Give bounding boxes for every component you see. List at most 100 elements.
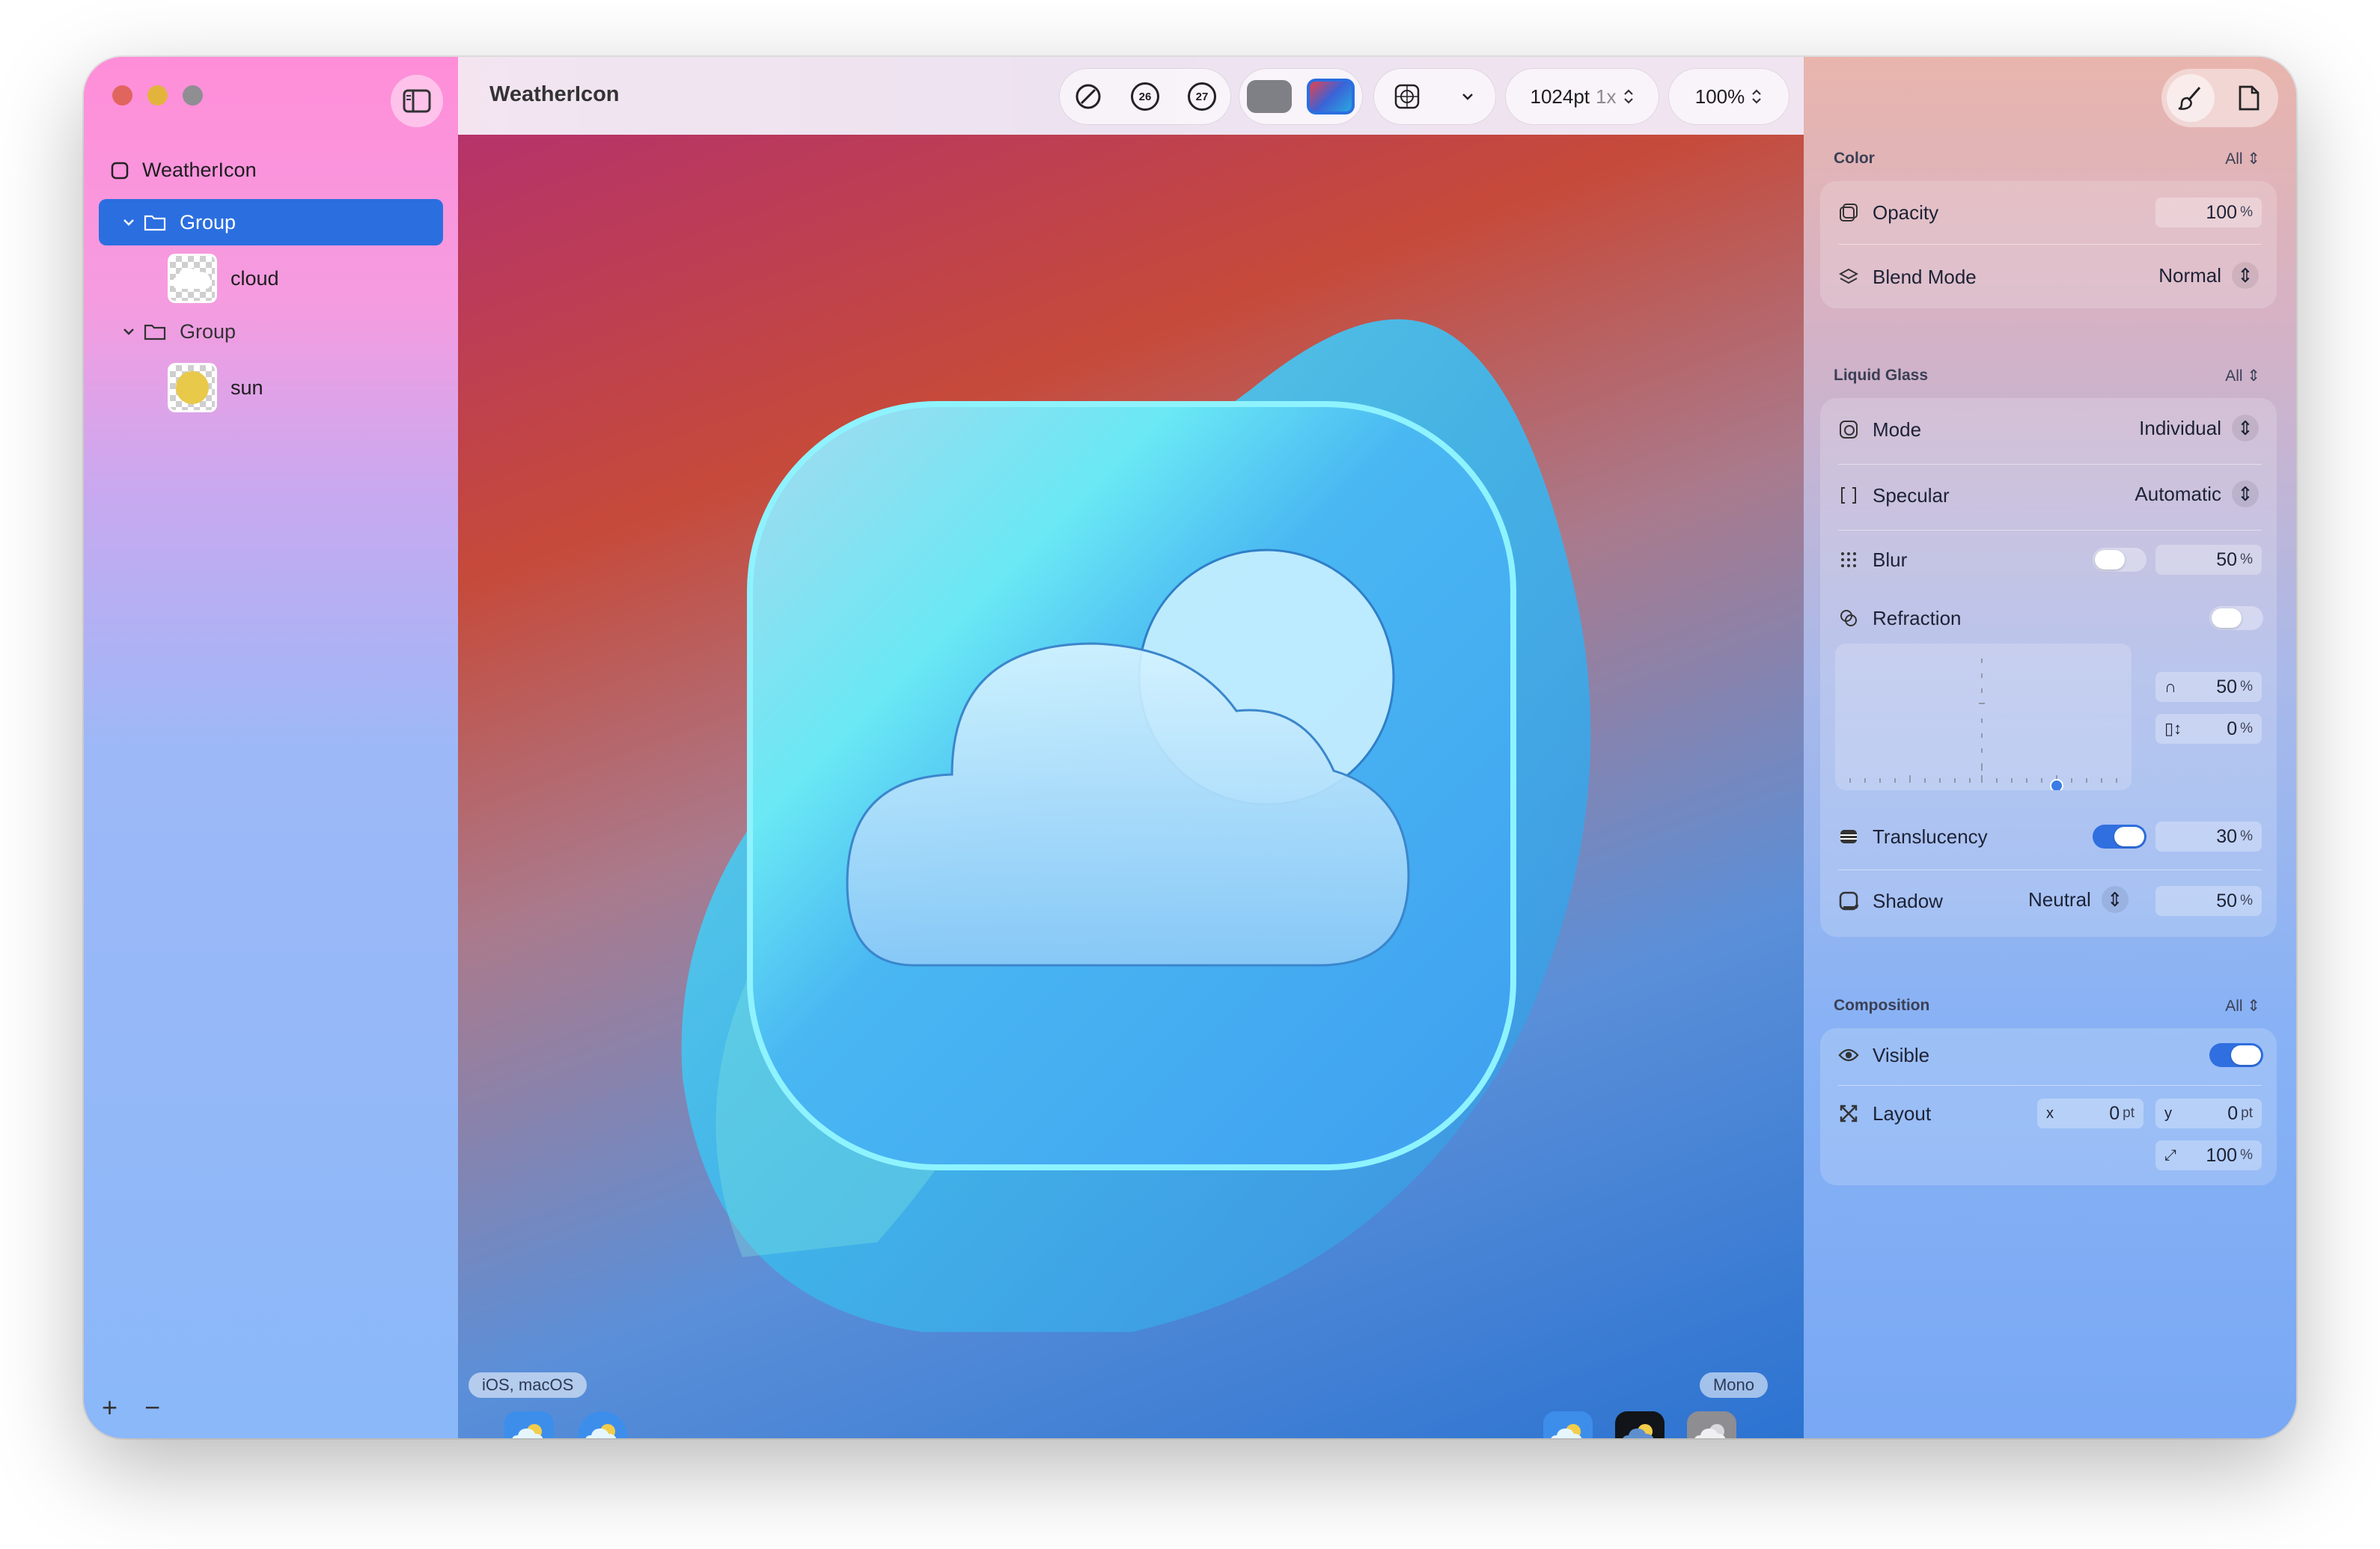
chevron-down-icon[interactable] xyxy=(1459,88,1476,105)
composition-card: Visible Layout x 0 pt y 0 pt ⤢ 100% xyxy=(1820,1028,2277,1185)
layout-scale-field[interactable]: ⤢ 100% xyxy=(2155,1140,2262,1170)
no-symbol-icon[interactable] xyxy=(1074,82,1102,111)
badge-27-button[interactable]: 27 xyxy=(1188,82,1216,111)
translucency-icon xyxy=(1838,826,1859,847)
resize-arrows-icon xyxy=(1838,1103,1859,1124)
zoom-value: 100% xyxy=(1694,85,1745,108)
filter-value: All xyxy=(2225,150,2243,168)
cloud-sun-icon xyxy=(512,1424,543,1438)
toolbar: WeatherIcon 26 27 1024pt 1x 100% xyxy=(458,57,1804,135)
cloud-icon xyxy=(173,268,211,289)
layout-label: Layout xyxy=(1873,1102,1932,1125)
specular-select[interactable]: Automatic ⇕ xyxy=(2135,480,2259,507)
inspector-tabs xyxy=(2161,69,2278,127)
cloud-sun-icon xyxy=(1623,1424,1654,1438)
grid-icon[interactable] xyxy=(1394,84,1420,109)
offset-icon: ▯↕ xyxy=(2164,719,2182,738)
unit-label: % xyxy=(2240,204,2253,220)
stepper-icon xyxy=(1752,89,1762,104)
blur-label: Blur xyxy=(1873,548,1908,571)
visible-toggle[interactable] xyxy=(2209,1043,2263,1067)
stepper-icon: ⇕ xyxy=(2232,480,2259,507)
tree-root-label: WeatherIcon xyxy=(142,159,257,181)
icon-canvas[interactable]: iOS, macOS Mono xyxy=(458,135,1804,1438)
tree-group-1[interactable]: Group xyxy=(99,199,443,245)
row-divider xyxy=(1838,1085,2262,1086)
layout-x-field[interactable]: x 0 pt xyxy=(2037,1099,2143,1128)
layer-label: cloud xyxy=(231,266,279,290)
unit-label: % xyxy=(2240,828,2253,844)
appearance-group: 26 27 xyxy=(1060,69,1230,124)
scale-value: 100 xyxy=(2206,1144,2238,1166)
refraction-icon xyxy=(1838,608,1859,629)
y-axis-label: y xyxy=(2164,1105,2172,1122)
mode-select[interactable]: Individual ⇕ xyxy=(2139,415,2259,442)
platform-tag: iOS, macOS xyxy=(469,1372,588,1398)
blend-mode-select[interactable]: Normal ⇕ xyxy=(2158,262,2259,289)
eye-icon xyxy=(1838,1045,1859,1066)
add-layer-button[interactable]: + xyxy=(102,1392,118,1423)
liquid-glass-card: Mode Individual ⇕ Specular Automatic ⇕ Blu… xyxy=(1820,398,2277,937)
layer-item-sun[interactable]: sun xyxy=(99,359,443,416)
translucency-toggle[interactable] xyxy=(2093,825,2146,849)
cloud-sun-icon xyxy=(1551,1424,1582,1438)
color-filter-select[interactable]: All ⇕ xyxy=(2225,150,2260,168)
row-divider xyxy=(1838,530,2262,531)
layer-item-cloud[interactable]: cloud xyxy=(99,250,443,307)
shadow-mode-select[interactable]: Neutral ⇕ xyxy=(2028,886,2129,913)
folder-icon xyxy=(144,215,166,231)
blur-field[interactable]: 50% xyxy=(2155,545,2262,575)
shadow-field[interactable]: 50% xyxy=(2155,886,2262,916)
layout-y-field[interactable]: y 0 pt xyxy=(2155,1099,2262,1128)
preview-mono[interactable] xyxy=(1687,1411,1736,1438)
unit-label: pt xyxy=(2241,1105,2253,1121)
close-button[interactable] xyxy=(112,85,132,106)
shadow-mode-value: Neutral xyxy=(2028,887,2091,911)
preview-dark[interactable] xyxy=(1615,1411,1665,1438)
refraction-amount-field[interactable]: ∩ 50% xyxy=(2155,672,2262,702)
liquid-glass-section-title: Liquid Glass xyxy=(1834,367,1929,384)
sidebar-toggle-button[interactable] xyxy=(391,75,443,127)
icon-preview xyxy=(681,319,1591,1333)
translucency-field[interactable]: 30% xyxy=(2155,822,2262,852)
blend-mode-label: Blend Mode xyxy=(1873,265,1977,288)
refraction-offset-field[interactable]: ▯↕ 0% xyxy=(2155,714,2262,744)
zoom-select[interactable]: 100% xyxy=(1669,69,1789,124)
tree-root-item[interactable]: WeatherIcon xyxy=(111,159,257,182)
appearance-tab[interactable] xyxy=(2167,74,2215,122)
sidebar-footer: + − xyxy=(102,1392,160,1423)
chevron-down-icon[interactable] xyxy=(121,215,136,230)
badge-26-button[interactable]: 26 xyxy=(1131,82,1159,111)
chevron-down-icon[interactable] xyxy=(121,324,136,339)
preview-ios-light[interactable] xyxy=(504,1411,554,1438)
refraction-graph[interactable] xyxy=(1835,644,2132,792)
folder-icon xyxy=(144,324,166,340)
opacity-label: Opacity xyxy=(1873,201,1939,224)
composition-filter-select[interactable]: All ⇕ xyxy=(2225,997,2260,1015)
opacity-field[interactable]: 100% xyxy=(2155,198,2262,227)
zoom-button[interactable] xyxy=(183,85,203,106)
shadow-label: Shadow xyxy=(1873,889,1943,912)
canvas-area: WeatherIcon 26 27 1024pt 1x 100% iOS, ma… xyxy=(458,57,1804,1438)
refraction-toggle[interactable] xyxy=(2209,606,2263,630)
opacity-value: 100 xyxy=(2206,201,2238,223)
unit-label: % xyxy=(2240,552,2253,567)
specular-value: Automatic xyxy=(2135,482,2221,505)
mode-value: Individual xyxy=(2139,416,2221,439)
remove-layer-button[interactable]: − xyxy=(144,1392,160,1423)
liquid-glass-filter-select[interactable]: All ⇕ xyxy=(2225,367,2260,385)
refraction-scale-graphic xyxy=(1849,659,2117,792)
document-tab[interactable] xyxy=(2225,74,2273,122)
blur-icon xyxy=(1838,549,1859,570)
unit-label: % xyxy=(2240,1147,2253,1163)
document-icon xyxy=(2239,85,2260,111)
preview-default[interactable] xyxy=(1543,1411,1593,1438)
layer-sidebar: WeatherIcon Group cloud Group sun + − xyxy=(84,57,458,1438)
blur-toggle[interactable] xyxy=(2093,548,2146,572)
canvas-size-select[interactable]: 1024pt 1x xyxy=(1506,69,1659,124)
minimize-button[interactable] xyxy=(147,85,168,106)
gray-swatch-button[interactable] xyxy=(1247,80,1292,113)
color-swatch-button[interactable] xyxy=(1307,79,1355,114)
tree-group-2[interactable]: Group xyxy=(99,308,443,355)
style-swatch-group xyxy=(1239,69,1362,124)
